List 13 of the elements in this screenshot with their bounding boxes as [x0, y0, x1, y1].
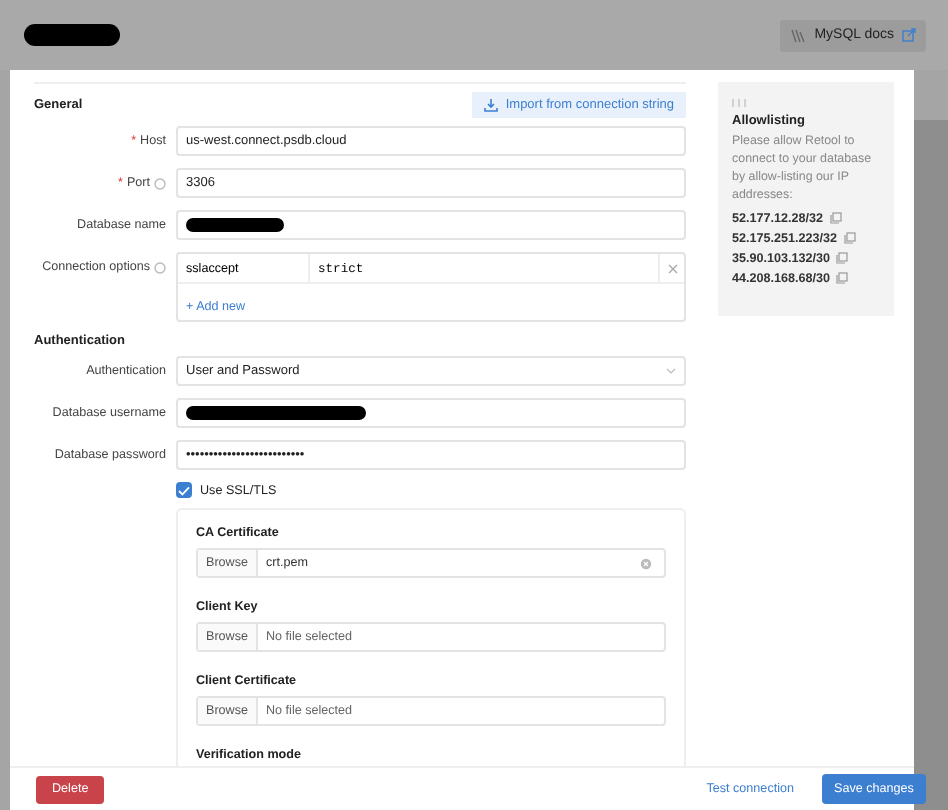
scrollbar[interactable] — [914, 120, 948, 810]
close-icon[interactable] — [667, 263, 678, 273]
checkbox[interactable] — [176, 482, 192, 498]
external-link-icon — [902, 28, 916, 42]
chevron-down-icon — [666, 368, 677, 374]
clear-icon[interactable] — [640, 557, 653, 569]
download-icon — [483, 98, 498, 112]
copy-icon[interactable] — [836, 252, 849, 265]
copy-icon[interactable] — [843, 232, 856, 245]
text-field[interactable] — [176, 398, 687, 428]
copy-icon[interactable] — [836, 272, 849, 285]
text-field[interactable] — [176, 210, 687, 240]
copy-icon[interactable] — [829, 212, 842, 225]
